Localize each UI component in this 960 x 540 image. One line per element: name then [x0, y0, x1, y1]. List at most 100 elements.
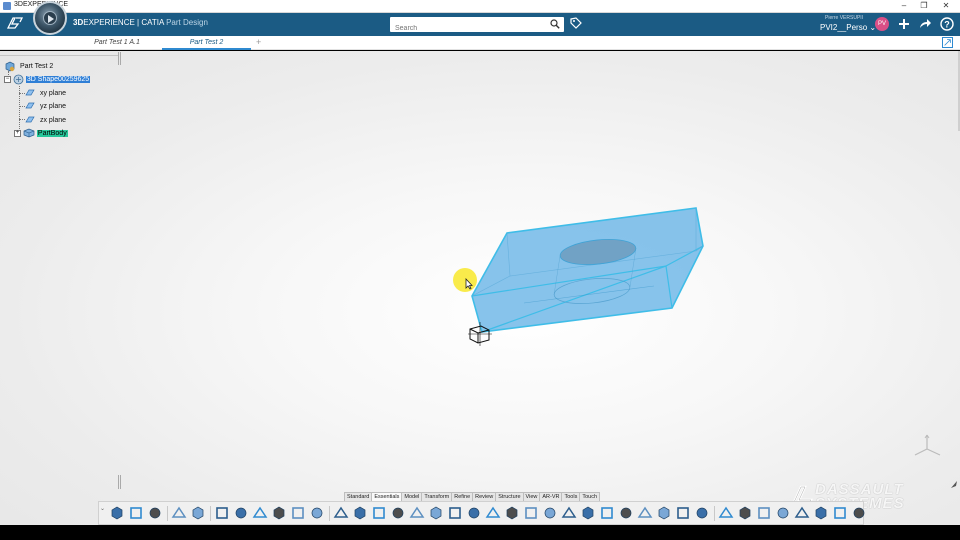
tree-root[interactable]: Part Test 2 [4, 61, 53, 72]
add-icon[interactable] [897, 17, 911, 31]
undo-icon[interactable] [171, 505, 187, 521]
part-icon [5, 61, 15, 72]
draft-icon[interactable] [504, 505, 520, 521]
axis-system-icon[interactable] [309, 505, 325, 521]
tree-item-xy-plane[interactable]: xy plane [25, 88, 66, 98]
expand-toggle[interactable]: + [14, 129, 21, 137]
line-icon[interactable] [271, 505, 287, 521]
chevron-down-icon[interactable]: ⌄ [100, 505, 105, 512]
avatar[interactable]: PV [875, 17, 889, 31]
intersect-icon[interactable] [694, 505, 710, 521]
groove-icon[interactable] [390, 505, 406, 521]
chamfer-icon[interactable] [485, 505, 501, 521]
tag-icon[interactable] [570, 17, 582, 30]
view-axis-icon[interactable] [910, 431, 944, 461]
collapse-toggle[interactable]: − [4, 76, 11, 83]
screen-bottom-border [0, 525, 960, 540]
pattern-icon[interactable] [561, 505, 577, 521]
specification-tree: Part Test 2 − 3D Shape00259625 xy plane … [0, 51, 200, 151]
app-name: Part Design [166, 18, 208, 27]
shell-icon[interactable] [523, 505, 539, 521]
tree-item-label: yz plane [39, 102, 67, 110]
tab-part-test-2[interactable]: Part Test 2 [162, 36, 251, 50]
measure-icon[interactable] [718, 505, 734, 521]
publish-icon[interactable] [794, 505, 810, 521]
3d-shape-icon [13, 74, 24, 85]
shaft-icon[interactable] [371, 505, 387, 521]
plane-icon [25, 102, 35, 109]
paste-icon[interactable] [147, 505, 163, 521]
point-icon[interactable] [252, 505, 268, 521]
partbody-icon [23, 128, 35, 138]
tree-item-label: PartBody [36, 129, 68, 137]
compass-icon[interactable] [832, 505, 848, 521]
plane-icon [25, 89, 35, 96]
tab-part-test-1[interactable]: Part Test 1 A.1 [82, 36, 152, 50]
sketch-icon[interactable] [214, 505, 230, 521]
share-icon[interactable] [918, 17, 932, 31]
compass-icon[interactable] [33, 1, 67, 35]
search-icon[interactable] [550, 19, 560, 29]
pocket-icon[interactable] [352, 505, 368, 521]
rib-icon[interactable] [409, 505, 425, 521]
app-icon [3, 2, 11, 10]
plane-icon [25, 116, 35, 123]
svg-text:?: ? [944, 20, 950, 30]
mouse-cursor-icon [465, 278, 473, 290]
update-icon[interactable] [190, 505, 206, 521]
maximize-button[interactable]: ❐ [914, 0, 934, 13]
render-icon[interactable] [756, 505, 772, 521]
window-title-bar: 3DEXPERIENCE – ❐ ✕ [0, 0, 960, 13]
toolbar-separator [329, 506, 330, 521]
minimize-button[interactable]: – [894, 0, 914, 13]
tree-item-yz-plane[interactable]: yz plane [25, 101, 66, 111]
tree-root-label: Part Test 2 [19, 63, 54, 71]
app-header: 3DEXPERIENCE | CATIA Part Design Pierre … [0, 13, 960, 36]
split-icon[interactable] [637, 505, 653, 521]
close-button[interactable]: ✕ [936, 0, 956, 13]
plane-icon[interactable] [290, 505, 306, 521]
toolbar-separator [210, 506, 211, 521]
material-icon[interactable] [775, 505, 791, 521]
snap-icon[interactable] [813, 505, 829, 521]
thread-icon[interactable] [447, 505, 463, 521]
tree-item-label: 3D Shape00259625 [25, 76, 91, 84]
cut-icon[interactable] [109, 505, 125, 521]
search-input[interactable] [390, 21, 540, 36]
tree-item-3d-shape[interactable]: − 3D Shape00259625 [4, 74, 91, 85]
hole-icon[interactable] [428, 505, 444, 521]
tree-item-zx-plane[interactable]: zx plane [25, 115, 66, 125]
thickness-icon[interactable] [542, 505, 558, 521]
multi-section-icon[interactable] [618, 505, 634, 521]
axis-origin-icon [468, 322, 492, 346]
copy-icon[interactable] [128, 505, 144, 521]
3d-viewport[interactable]: Part Test 2 − 3D Shape00259625 xy plane … [0, 51, 960, 525]
ds-logo-icon[interactable] [6, 16, 26, 32]
add-icon[interactable] [656, 505, 672, 521]
tenant-selector[interactable]: PVI2__Perso ⌄ [820, 23, 876, 32]
tree-splitter-handle[interactable] [118, 52, 121, 65]
circular-pattern-icon[interactable] [580, 505, 596, 521]
document-tabs: Part Test 1 A.1 Part Test 2 + [0, 36, 960, 50]
section-icon[interactable] [737, 505, 753, 521]
add-tab-button[interactable]: + [256, 36, 261, 49]
lights-icon[interactable] [851, 505, 867, 521]
play-icon[interactable] [43, 11, 57, 25]
help-icon[interactable]: ? [940, 17, 954, 31]
panel-splitter-handle[interactable] [118, 475, 121, 489]
pad-icon[interactable] [333, 505, 349, 521]
toolbar-separator [714, 506, 715, 521]
fillet-icon[interactable] [466, 505, 482, 521]
mirror-icon[interactable] [599, 505, 615, 521]
user-name: Pierre VERSUPII [825, 15, 864, 21]
nav-arrow-icon[interactable] [949, 479, 959, 491]
tree-item-partbody[interactable]: + PartBody [14, 128, 68, 138]
tree-item-label: zx plane [39, 116, 67, 124]
expand-icon[interactable] [942, 37, 953, 48]
remove-icon[interactable] [675, 505, 691, 521]
sketch-position-icon[interactable] [233, 505, 249, 521]
brand-title: 3DEXPERIENCE | CATIA Part Design [73, 18, 208, 27]
tree-divider [0, 55, 118, 56]
search-box[interactable] [390, 17, 564, 36]
toolbar-separator [167, 506, 168, 521]
